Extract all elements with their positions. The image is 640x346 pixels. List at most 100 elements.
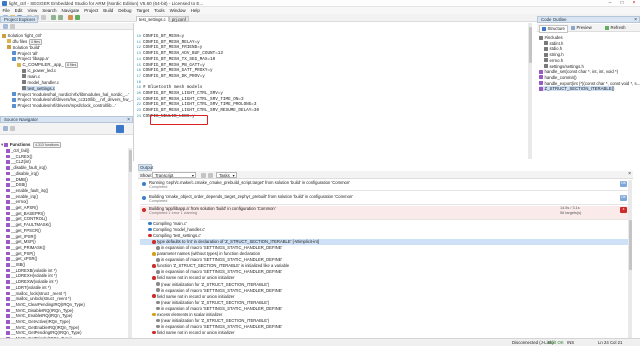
function-item[interactable]: __CLREX() [6, 154, 32, 159]
function-item[interactable]: __ISB() [6, 262, 25, 267]
build-item-button[interactable]: OK [620, 181, 627, 187]
output-message[interactable]: (near initialization for 'Z_STRUCT_SECTI… [140, 318, 630, 323]
function-item[interactable]: __get_BASEPRI() [6, 211, 45, 216]
build-item-button[interactable]: OK [620, 195, 627, 201]
function-item[interactable]: __DSB() [6, 182, 27, 187]
navigator-sort-icon[interactable] [3, 126, 8, 131]
function-item[interactable]: __get_xPSR() [6, 256, 37, 261]
output-close-icon[interactable]: × [628, 171, 631, 177]
function-item[interactable]: __LDREXW(volatile int *) [6, 279, 58, 284]
paste-icon[interactable] [41, 15, 46, 20]
output-message[interactable]: (near initialization for 'Z_STRUCT_SECTI… [140, 300, 630, 305]
output-message[interactable]: (near initialization for 'Z_STRUCT_SECTI… [140, 282, 630, 287]
project-tree-item[interactable]: Solution 'light_ctrl' [2, 33, 42, 38]
project-tree-item[interactable]: Project 'modules/nrf/drivers/hw_cc310/li… [12, 97, 135, 102]
function-item[interactable]: __get_CONTROL() [6, 216, 47, 221]
code-line[interactable]: CONFIG_BT_MESH_DK_PROV=y [143, 74, 205, 80]
project-tree-item[interactable]: Project 'libapp.a' [12, 56, 49, 61]
function-item[interactable]: __LDREXB(volatile int *) [6, 268, 57, 273]
outline-item[interactable]: handle_commit() [539, 75, 577, 80]
output-message[interactable]: in expansion of macro 'SETTINGS_STATIC_H… [140, 288, 630, 293]
menu-item-debug[interactable]: Debug [116, 7, 134, 14]
function-item[interactable]: __get_PRIMASK() [6, 245, 45, 250]
code-line[interactable]: CONFIG_BT_MESH=y [143, 34, 184, 40]
outline-tab-refresh[interactable]: Refresh [605, 25, 626, 31]
function-item[interactable]: __malloc_unlock(struct _reent *) [6, 296, 71, 301]
menu-item-project[interactable]: Project [82, 7, 101, 14]
function-item[interactable]: __CLZ(int) [6, 159, 31, 164]
navigator-refresh-icon[interactable] [10, 126, 15, 131]
project-tree-item[interactable]: main.c [22, 74, 40, 79]
debug-go-icon[interactable] [75, 15, 80, 20]
function-item[interactable]: __get_APSR() [6, 205, 38, 210]
build-item-button[interactable]: x [620, 207, 627, 213]
show-select[interactable]: Transcript ▾ [152, 171, 196, 178]
output-message[interactable]: Compiling 'test_settings.c' [140, 233, 630, 238]
undo-icon[interactable] [51, 15, 56, 20]
function-item[interactable]: __get_FPSCR() [6, 228, 41, 233]
function-item[interactable]: __LDRT(volatile int *) [6, 285, 51, 290]
maximize-icon[interactable]: □ [616, 0, 628, 7]
menu-item-edit[interactable]: Edit [12, 7, 25, 14]
minimize-icon[interactable]: – [604, 0, 616, 7]
output-message[interactable]: Compiling 'main.c' [140, 221, 630, 226]
project-tree-item[interactable]: ic_power_led.c [22, 68, 56, 73]
menu-item-view[interactable]: View [25, 7, 40, 14]
build-icon[interactable] [68, 15, 73, 20]
project-tree-item[interactable]: model_handler.c [22, 80, 59, 85]
function-item[interactable]: __NVIC_DisableIRQ(IRQn_Type) [6, 308, 73, 313]
menu-item-search[interactable]: Search [40, 7, 59, 14]
output-message[interactable]: function 'Z_STRUCT_SECTION_ITERABLE' is … [140, 263, 630, 268]
menu-item-file[interactable]: File [0, 7, 12, 14]
function-item[interactable]: __NVIC_GetEnableIRQ(IRQn_Type) [6, 325, 79, 330]
outline-item[interactable]: Z_STRUCT_SECTION_ITERABLE() [539, 86, 615, 92]
code-line[interactable]: CONFIG_BT_MESH_LIGHT_CTRL_SRV=y [143, 91, 223, 97]
output-message[interactable]: field name not in record or union initia… [140, 294, 630, 299]
output-clear-icon[interactable] [201, 172, 206, 178]
editor-scrollbar[interactable] [528, 23, 532, 159]
function-item[interactable]: __get_MSP() [6, 239, 36, 244]
function-item[interactable]: __enable_fault_irq() [6, 188, 48, 193]
outline-item[interactable]: handle_export(int (*)(const char *, cons… [539, 81, 640, 86]
project-tree-item[interactable]: Project 'modules/nrf/drivers/mpsl/clock_… [12, 103, 116, 108]
output-message[interactable]: field name not in record or union initia… [140, 275, 630, 280]
output-message[interactable]: in expansion of macro 'SETTINGS_STATIC_H… [140, 269, 630, 274]
function-item[interactable]: __enable_irq() [6, 194, 38, 199]
close-icon[interactable]: × [628, 0, 640, 7]
menu-item-navigate[interactable]: Navigate [59, 7, 82, 14]
outline-item[interactable]: #includes [539, 35, 563, 40]
output-message[interactable]: parameter names (without types) in funct… [140, 251, 630, 256]
navigator-scrollbar[interactable] [128, 148, 132, 344]
function-item[interactable]: __NVIC_ClearPendingIRQ(IRQn_Type) [6, 302, 85, 307]
build-item[interactable]: Running 'ceph/c.make/c.cmake_cmake_prebu… [140, 180, 628, 191]
output-message[interactable]: in expansion of macro 'SETTINGS_STATIC_H… [140, 245, 630, 250]
redo-icon[interactable] [58, 15, 63, 20]
tasks-select[interactable]: Tasks ▾ [216, 171, 237, 178]
code-outline-close-icon[interactable]: × [634, 17, 637, 23]
function-item[interactable]: _ctrl_fail() [6, 148, 29, 153]
function-item[interactable]: __NVIC_EnableIRQ(IRQn_Type) [6, 313, 72, 318]
output-message[interactable]: in expansion of macro 'SETTINGS_STATIC_H… [140, 306, 630, 311]
outline-item[interactable]: stdint.h [544, 41, 563, 46]
output-message[interactable]: field name not in record or union initia… [140, 330, 630, 335]
project-tree-item[interactable]: Solution 'build' [7, 45, 40, 50]
output-message[interactable]: in expansion of macro 'SETTINGS_STATIC_H… [140, 257, 630, 262]
editor-tab[interactable]: prj.conf [169, 16, 189, 22]
output-message[interactable]: in expansion of macro 'SETTINGS_STATIC_H… [140, 324, 630, 329]
build-item[interactable]: Building 'cmake_object_order_depends_tar… [140, 194, 628, 205]
outline-item[interactable]: stdio.h [544, 46, 562, 51]
outline-item[interactable]: settings/settings.h [544, 64, 584, 69]
project-tree-item[interactable]: Project 'modules/hal_nordic/nrfx/libmodu… [12, 92, 129, 97]
function-item[interactable]: __get_PSP() [6, 251, 35, 256]
function-item[interactable]: __LDREXH(volatile int *) [6, 273, 57, 278]
function-item[interactable]: __get_IPSR() [6, 234, 36, 239]
project-options-icon[interactable] [10, 24, 15, 29]
menu-item-build[interactable]: Build [101, 7, 116, 14]
function-item[interactable]: __errno() [6, 199, 28, 204]
function-item[interactable]: __malloc_lock(struct _reent *) [6, 291, 66, 296]
output-message[interactable]: type defaults to 'int' in declaration of… [140, 239, 630, 245]
outline-item[interactable]: errno.h [544, 58, 563, 63]
function-item[interactable]: __NVIC_GetPendingIRQ(IRQn_Type) [6, 330, 82, 335]
outline-tab-structure[interactable]: Structure [539, 25, 568, 33]
outline-item[interactable]: string.h [544, 52, 564, 57]
